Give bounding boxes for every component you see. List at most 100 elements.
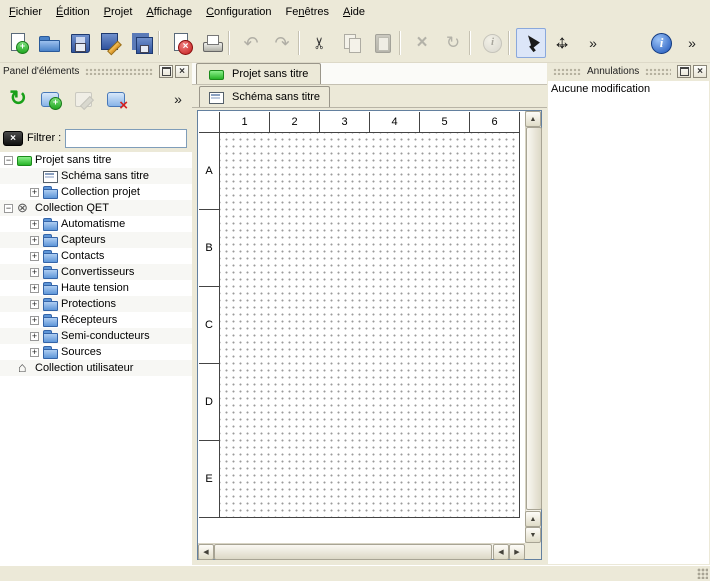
expand-toggle-icon[interactable] [30,236,39,245]
rotate-icon [442,32,464,54]
close-undo-panel-button[interactable]: × [693,65,707,78]
new-element-button[interactable] [37,85,65,113]
project-window: Schéma sans titre 123456 ABCDE ▲ [192,85,547,565]
expand-toggle-icon[interactable] [30,316,39,325]
delete-button[interactable] [407,28,437,58]
menu-item[interactable]: Projet [97,2,140,22]
diagram-canvas[interactable]: 123456 ABCDE [198,111,525,543]
expand-toggle-icon[interactable] [4,364,13,373]
scroll-left-icon[interactable]: ◀ [198,544,214,560]
properties-button[interactable] [477,28,507,58]
close-document-button[interactable] [166,28,196,58]
tree-item[interactable]: Projet sans titre [0,152,192,168]
vertical-scrollbar[interactable]: ▲ ▲ ▼ [525,111,541,543]
toolbar-separator [298,28,305,58]
paste-button[interactable] [368,28,398,58]
print-button[interactable] [197,28,227,58]
select-icon [520,32,542,54]
scroll-right-icon[interactable]: ▶ [509,544,525,560]
new-document-button[interactable] [3,28,33,58]
dock-grip [645,68,671,75]
cut-button[interactable] [306,28,336,58]
tree-item[interactable]: Convertisseurs [0,264,192,280]
sep-icon [401,32,406,54]
tree-item[interactable]: Collection projet [0,184,192,200]
pan-tool-button[interactable] [547,28,577,58]
tree-item[interactable]: Collection QET [0,200,192,216]
tab-project[interactable]: Projet sans titre [196,63,321,84]
open-icon [38,32,60,54]
tree-item[interactable]: Récepteurs [0,312,192,328]
menu-item[interactable]: Aide [336,2,372,22]
clear-filter-button[interactable] [3,131,23,146]
expand-toggle-icon[interactable] [30,284,39,293]
tree-item[interactable]: Semi-conducteurs [0,328,192,344]
scroll-up-icon[interactable]: ▲ [525,111,541,127]
save-all-button[interactable] [127,28,157,58]
undo-button[interactable] [236,28,266,58]
elements-panel-titlebar[interactable]: Panel d'éléments × [0,63,192,80]
edit-element-button[interactable] [70,85,98,113]
expand-toggle-icon[interactable] [30,332,39,341]
menu-item[interactable]: Affichage [139,2,199,22]
info-gray-icon [481,32,503,54]
chevron-icon [582,32,604,54]
tree-item[interactable]: Automatisme [0,216,192,232]
expand-toggle-icon[interactable] [30,268,39,277]
expand-toggle-icon[interactable] [30,172,39,181]
expand-toggle-icon[interactable] [30,300,39,309]
mdi-area: Projet sans titre Schéma sans titre 1234… [192,63,547,565]
expand-toggle-icon[interactable] [30,348,39,357]
tree-item[interactable]: Collection utilisateur [0,360,192,376]
scroll-left-icon[interactable]: ◀ [493,544,509,560]
expand-toggle-icon[interactable] [30,188,39,197]
scroll-down-icon[interactable]: ▼ [525,527,541,543]
reload-collections-button[interactable] [4,85,32,113]
undo-list[interactable]: Aucune modification [548,81,709,564]
horizontal-scroll-thumb[interactable] [214,544,492,560]
spacer-icon [616,32,638,54]
panel-overflow-button[interactable] [170,85,186,113]
float-undo-panel-button[interactable] [677,65,691,78]
select-tool-button[interactable] [516,28,546,58]
filter-input[interactable] [65,129,187,148]
expand-toggle-icon[interactable] [30,252,39,261]
tree-item[interactable]: Schéma sans titre [0,168,192,184]
column-header: 1 [220,112,270,133]
tree-item[interactable]: Contacts [0,248,192,264]
toolbar-overflow-button[interactable] [578,28,608,58]
undo-panel: Annulations × Aucune modification [547,63,710,565]
help-overflow-button[interactable] [677,28,707,58]
expand-toggle-icon[interactable] [4,156,13,165]
refresh-icon [7,88,29,110]
menu-item[interactable]: Fenêtres [279,2,336,22]
rotate-button[interactable] [438,28,468,58]
save-button[interactable] [65,28,95,58]
copy-button[interactable] [337,28,367,58]
menu-item[interactable]: Fichier [2,2,49,22]
tab-schema[interactable]: Schéma sans titre [199,86,330,107]
close-panel-button[interactable]: × [175,65,189,78]
menu-item[interactable]: Configuration [199,2,278,22]
vertical-scroll-thumb[interactable] [526,127,542,510]
redo-icon [271,32,293,54]
float-panel-button[interactable] [159,65,173,78]
scroll-up-icon[interactable]: ▲ [525,511,541,527]
tree-item[interactable]: Capteurs [0,232,192,248]
tree-item[interactable]: Haute tension [0,280,192,296]
expand-toggle-icon[interactable] [4,204,13,213]
scrollbar-corner [525,543,541,559]
about-qet-button[interactable] [646,28,676,58]
undo-panel-titlebar[interactable]: Annulations × [547,63,710,80]
tab-schema-label: Schéma sans titre [232,91,320,103]
menu-item[interactable]: Édition [49,2,97,22]
redo-button[interactable] [267,28,297,58]
tree-item[interactable]: Sources [0,344,192,360]
dock-grip [553,68,581,75]
expand-toggle-icon[interactable] [30,220,39,229]
save-as-button[interactable] [96,28,126,58]
delete-element-button[interactable] [103,85,131,113]
tree-item[interactable]: Protections [0,296,192,312]
horizontal-scrollbar[interactable]: ◀ ◀ ▶ [198,543,525,559]
open-document-button[interactable] [34,28,64,58]
